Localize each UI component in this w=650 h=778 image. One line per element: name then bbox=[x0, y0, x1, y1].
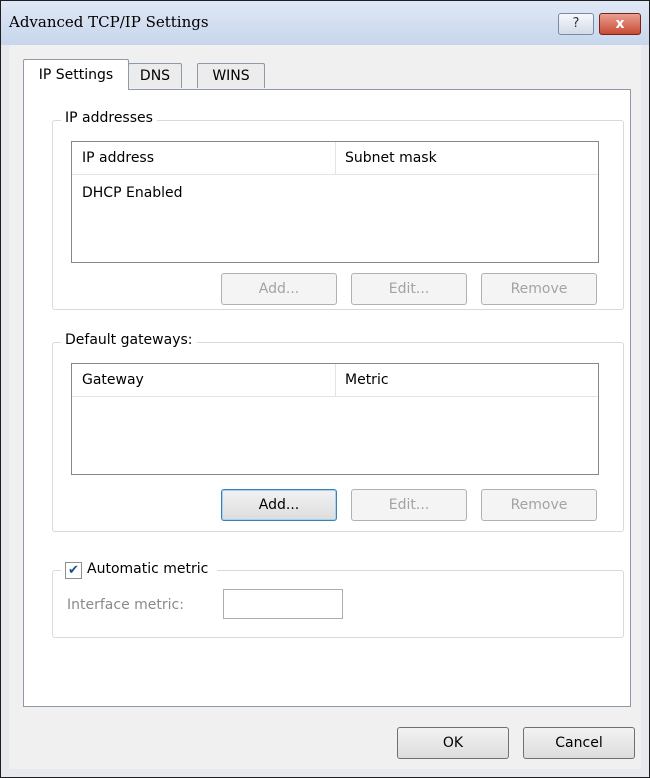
automatic-metric-group: ✔ Automatic metric Interface metric: bbox=[52, 559, 624, 638]
ip-list-header: IP address Subnet mask bbox=[72, 142, 598, 175]
window-title: Advanced TCP/IP Settings bbox=[9, 13, 209, 31]
default-gateways-group: Default gateways: Gateway Metric Add... … bbox=[52, 332, 624, 532]
column-subnet-mask[interactable]: Subnet mask bbox=[335, 142, 437, 174]
ip-add-button[interactable]: Add... bbox=[221, 273, 337, 305]
gateway-edit-button[interactable]: Edit... bbox=[351, 489, 467, 521]
gateway-list-header: Gateway Metric bbox=[72, 364, 598, 397]
default-gateways-legend: Default gateways: bbox=[61, 332, 197, 348]
help-button[interactable]: ? bbox=[558, 13, 594, 35]
gateway-add-button[interactable]: Add... bbox=[221, 489, 337, 521]
title-bar[interactable]: Advanced TCP/IP Settings ? x bbox=[1, 1, 649, 45]
ip-edit-button[interactable]: Edit... bbox=[351, 273, 467, 305]
interface-metric-input[interactable] bbox=[223, 589, 343, 619]
automatic-metric-checkbox[interactable]: ✔ bbox=[65, 562, 82, 579]
close-button[interactable]: x bbox=[599, 13, 641, 35]
gateway-remove-button[interactable]: Remove bbox=[481, 489, 597, 521]
ip-addresses-group: IP addresses IP address Subnet mask DHCP… bbox=[52, 110, 624, 310]
ip-address-list[interactable]: IP address Subnet mask DHCP Enabled bbox=[71, 141, 599, 263]
automatic-metric-label[interactable]: Automatic metric bbox=[87, 561, 208, 577]
column-ip-address[interactable]: IP address bbox=[72, 142, 154, 174]
cancel-button[interactable]: Cancel bbox=[523, 727, 635, 759]
interface-metric-label: Interface metric: bbox=[67, 597, 184, 613]
dialog-window: Advanced TCP/IP Settings ? x IP Settings… bbox=[0, 0, 650, 778]
dialog-body: IP Settings DNS WINS IP addresses IP add… bbox=[9, 45, 641, 769]
ip-list-row-ip[interactable]: DHCP Enabled bbox=[82, 185, 183, 201]
ip-remove-button[interactable]: Remove bbox=[481, 273, 597, 305]
tab-dns[interactable]: DNS bbox=[128, 63, 182, 88]
gateway-list[interactable]: Gateway Metric bbox=[71, 363, 599, 475]
automatic-metric-legend[interactable]: ✔ Automatic metric bbox=[61, 559, 217, 581]
tab-wins[interactable]: WINS bbox=[197, 63, 265, 88]
ip-addresses-legend: IP addresses bbox=[61, 110, 157, 126]
tab-panel-ip-settings: IP addresses IP address Subnet mask DHCP… bbox=[23, 89, 631, 707]
column-metric[interactable]: Metric bbox=[335, 364, 389, 396]
ok-button[interactable]: OK bbox=[397, 727, 509, 759]
column-gateway[interactable]: Gateway bbox=[72, 364, 144, 396]
tab-ip-settings[interactable]: IP Settings bbox=[23, 59, 129, 90]
